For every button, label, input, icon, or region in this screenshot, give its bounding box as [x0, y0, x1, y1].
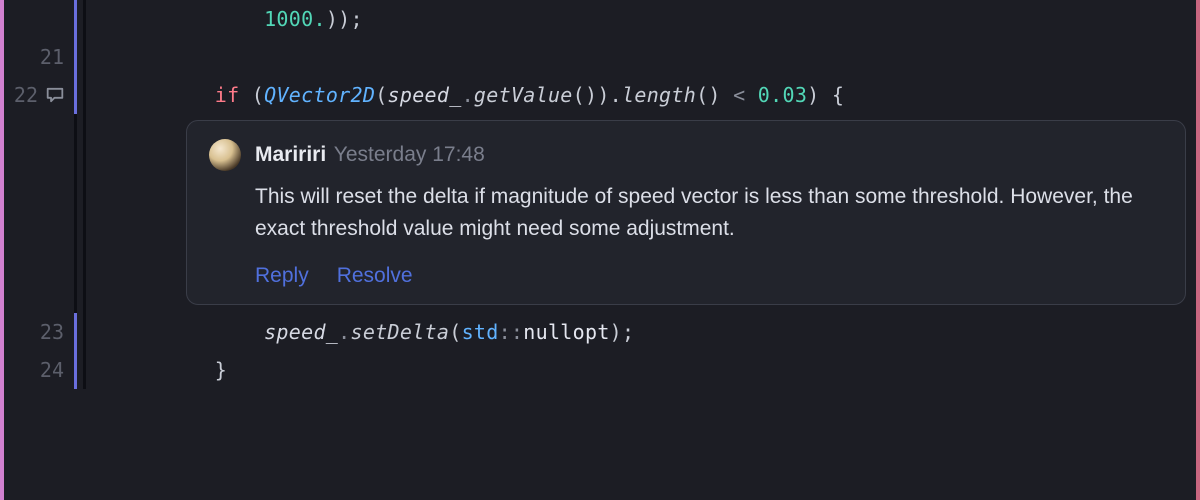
method: getValue	[474, 83, 573, 107]
gutter-highlight	[74, 38, 77, 76]
gutter: 22	[4, 83, 74, 107]
gutter: 24	[4, 358, 74, 382]
gutter-border	[74, 114, 77, 313]
line-number: 24	[36, 358, 64, 382]
identifier: nullopt	[523, 320, 609, 344]
namespace: std	[462, 320, 499, 344]
comment-card: Maririri Yesterday 17:48 This will reset…	[186, 120, 1186, 305]
right-accent-bar	[1196, 0, 1200, 500]
gutter-highlight	[74, 76, 77, 114]
gutter	[4, 114, 74, 313]
gutter: 23	[4, 320, 74, 344]
code-content: }	[86, 358, 227, 382]
comment-author[interactable]: Maririri	[255, 143, 326, 166]
keyword: if	[215, 83, 240, 107]
punctuation: (	[375, 83, 387, 107]
punctuation: (	[449, 320, 461, 344]
code-line: 23 speed_.setDelta(std::nullopt);	[4, 313, 1200, 351]
method: setDelta	[350, 320, 449, 344]
punctuation: ) {	[807, 83, 844, 107]
comment-body: This will reset the delta if magnitude o…	[255, 181, 1163, 244]
brace: }	[215, 358, 227, 382]
punctuation: ));	[326, 7, 363, 31]
punctuation: .	[338, 320, 350, 344]
left-accent-bar	[0, 0, 4, 500]
comment-icon[interactable]	[46, 87, 64, 103]
punctuation: .	[462, 83, 474, 107]
comment-thread-row: Maririri Yesterday 17:48 This will reset…	[4, 114, 1200, 313]
punctuation: ()	[696, 83, 733, 107]
comment-timestamp: Yesterday 17:48	[334, 143, 485, 166]
gutter-highlight	[74, 0, 77, 38]
variable: speed_	[388, 83, 462, 107]
code-line: 22 if (QVector2D(speed_.getValue()).leng…	[4, 76, 1200, 114]
variable: speed_	[264, 320, 338, 344]
operator: <	[733, 83, 745, 107]
line-number: 21	[36, 45, 64, 69]
code-view: 1000.)); 21 22 if (QVector2D(speed_.getV…	[0, 0, 1200, 500]
gutter-highlight	[74, 313, 77, 351]
code-content: if (QVector2D(speed_.getValue()).length(…	[86, 83, 844, 107]
punctuation: );	[610, 320, 635, 344]
gutter-separator	[83, 114, 86, 313]
avatar[interactable]	[209, 139, 241, 171]
code-content: speed_.setDelta(std::nullopt);	[86, 320, 634, 344]
code-line: 21	[4, 38, 1200, 76]
comment-header: Maririri Yesterday 17:48	[209, 139, 1163, 171]
resolve-button[interactable]: Resolve	[337, 264, 413, 288]
gutter-highlight	[74, 351, 77, 389]
space	[745, 83, 757, 107]
line-number: 22	[10, 83, 38, 107]
number-literal: 0.03	[758, 83, 807, 107]
code-line: 1000.));	[4, 0, 1200, 38]
punctuation: (	[239, 83, 264, 107]
scope-operator: ::	[499, 320, 524, 344]
type-name: QVector2D	[264, 83, 375, 107]
gutter: 21	[4, 45, 74, 69]
punctuation: ()).	[573, 83, 622, 107]
reply-button[interactable]: Reply	[255, 264, 309, 288]
code-content: 1000.));	[86, 7, 363, 31]
number-literal: 1000.	[264, 7, 326, 31]
comment-actions: Reply Resolve	[255, 264, 1163, 288]
line-number: 23	[36, 320, 64, 344]
method: length	[622, 83, 696, 107]
code-content	[86, 45, 128, 69]
code-line: 24 }	[4, 351, 1200, 389]
